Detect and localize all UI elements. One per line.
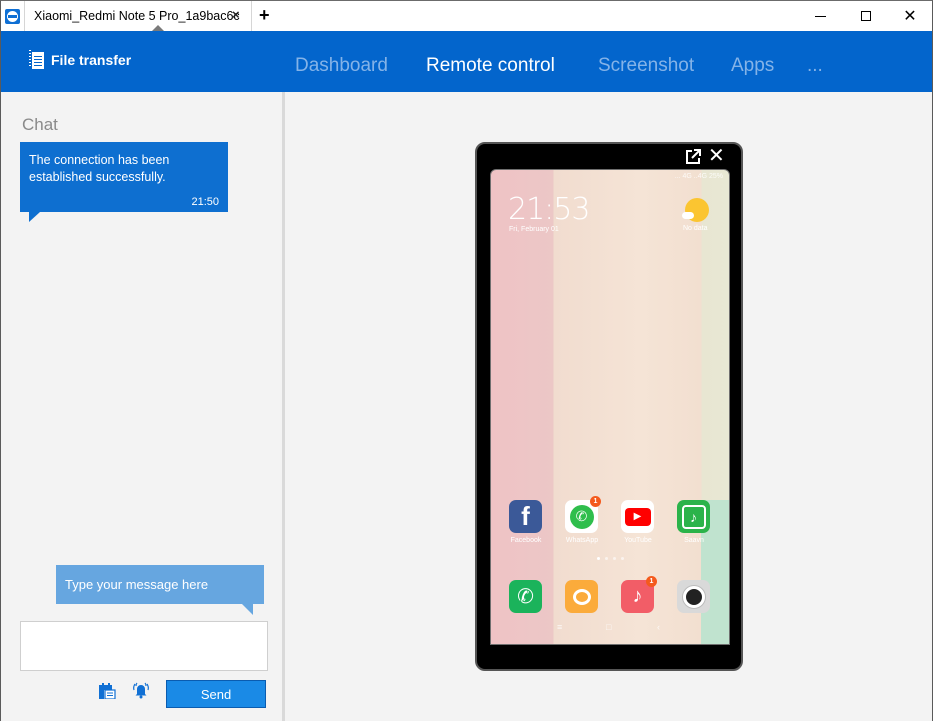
app-facebook[interactable]: f Facebook xyxy=(509,500,543,544)
weather-icon[interactable] xyxy=(682,198,709,222)
app-camera[interactable] xyxy=(677,580,711,613)
message-hint-text: Type your message here xyxy=(65,577,209,592)
notification-badge: 1 xyxy=(646,576,657,587)
notification-badge: 1 xyxy=(590,496,601,507)
app-youtube[interactable]: ▶ YouTube xyxy=(621,500,655,544)
close-remote-icon[interactable]: ✕ xyxy=(708,146,725,166)
message-input[interactable] xyxy=(20,621,268,671)
app-saavn[interactable]: ♪ Saavn xyxy=(677,500,711,544)
app-music[interactable]: ♪ 1 xyxy=(621,576,657,613)
facebook-icon: f xyxy=(509,500,542,533)
chat-panel: Chat The connection has been established… xyxy=(1,92,282,721)
camera-glyph xyxy=(682,585,705,608)
bubble-tail xyxy=(29,212,40,222)
menu-nav-icon[interactable]: ≡ xyxy=(557,622,562,632)
lock-clock: 21:53 xyxy=(508,192,590,227)
music-glyph: ♪ xyxy=(632,585,643,607)
music-icon: ♪ 1 xyxy=(621,576,657,613)
app-whatsapp[interactable]: ✆ 1 WhatsApp xyxy=(565,496,601,544)
bubble-tail xyxy=(242,604,253,615)
whatsapp-icon: ✆ 1 xyxy=(565,496,601,533)
chat-message: The connection has been established succ… xyxy=(20,142,228,222)
app-label: YouTube xyxy=(624,537,652,544)
youtube-glyph: ▶ xyxy=(624,507,651,526)
app-label: WhatsApp xyxy=(565,537,599,544)
app-label: Saavn xyxy=(684,537,704,544)
device-screen[interactable]: ... 4G ..4G 25% 21:53 Fri, February 01 N… xyxy=(490,169,730,645)
tab-more[interactable]: ... xyxy=(807,55,823,77)
app-messages[interactable] xyxy=(565,580,599,613)
file-transfer-label: File transfer xyxy=(51,52,132,68)
title-bar: Xiaomi_Redmi Note 5 Pro_1a9bac6c × + ✕ xyxy=(1,1,932,31)
minimize-button[interactable] xyxy=(797,1,843,31)
close-window-button[interactable]: ✕ xyxy=(887,1,933,31)
youtube-icon: ▶ xyxy=(621,500,654,533)
back-nav-icon[interactable]: ‹ xyxy=(657,622,660,632)
messages-glyph xyxy=(572,588,591,605)
maximize-icon xyxy=(861,11,871,21)
message-hint-bubble: Type your message here xyxy=(56,565,264,615)
saavn-glyph: ♪ xyxy=(681,504,706,529)
device-frame: ✕ ... 4G ..4G 25% 21:53 Fri, February 01… xyxy=(475,142,743,671)
clipboard-icon[interactable] xyxy=(98,683,116,699)
app-window: Xiaomi_Redmi Note 5 Pro_1a9bac6c × + ✕ F… xyxy=(0,0,933,721)
popout-icon[interactable] xyxy=(685,149,701,165)
tab-dashboard[interactable]: Dashboard xyxy=(295,55,388,77)
maximize-button[interactable] xyxy=(843,1,889,31)
app-phone[interactable]: ✆ xyxy=(509,580,543,613)
phone-icon: ✆ xyxy=(509,580,542,613)
teamviewer-logo-icon xyxy=(5,9,20,24)
header-bar: File transfer Dashboard Remote control S… xyxy=(1,31,932,92)
chat-title: Chat xyxy=(22,115,58,134)
chat-message-text: The connection has been established succ… xyxy=(29,153,170,184)
tab-screenshot[interactable]: Screenshot xyxy=(598,55,694,77)
messages-icon xyxy=(565,580,598,613)
lock-date: Fri, February 01 xyxy=(509,226,559,233)
app-label: Facebook xyxy=(510,537,542,544)
camera-icon xyxy=(677,580,710,613)
saavn-icon: ♪ xyxy=(677,500,710,533)
file-transfer-icon xyxy=(29,50,45,70)
file-transfer-button[interactable]: File transfer xyxy=(29,50,131,70)
whatsapp-glyph: ✆ xyxy=(569,504,594,529)
chat-message-time: 21:50 xyxy=(191,196,219,208)
send-button[interactable]: Send xyxy=(166,680,266,708)
page-indicator xyxy=(597,557,624,560)
weather-text: No data xyxy=(683,225,708,232)
session-tab[interactable]: Xiaomi_Redmi Note 5 Pro_1a9bac6c × xyxy=(24,1,252,31)
bell-alert-icon[interactable] xyxy=(132,681,150,699)
tab-title: Xiaomi_Redmi Note 5 Pro_1a9bac6c xyxy=(34,9,240,23)
tab-apps[interactable]: Apps xyxy=(731,55,774,77)
home-nav-icon[interactable]: □ xyxy=(606,622,611,632)
new-tab-icon[interactable]: + xyxy=(259,5,270,26)
tab-remote-control[interactable]: Remote control xyxy=(426,55,555,77)
status-bar: ... 4G ..4G 25% xyxy=(674,173,723,180)
minimize-icon xyxy=(814,16,826,17)
tab-close-icon[interactable]: × xyxy=(232,7,240,22)
